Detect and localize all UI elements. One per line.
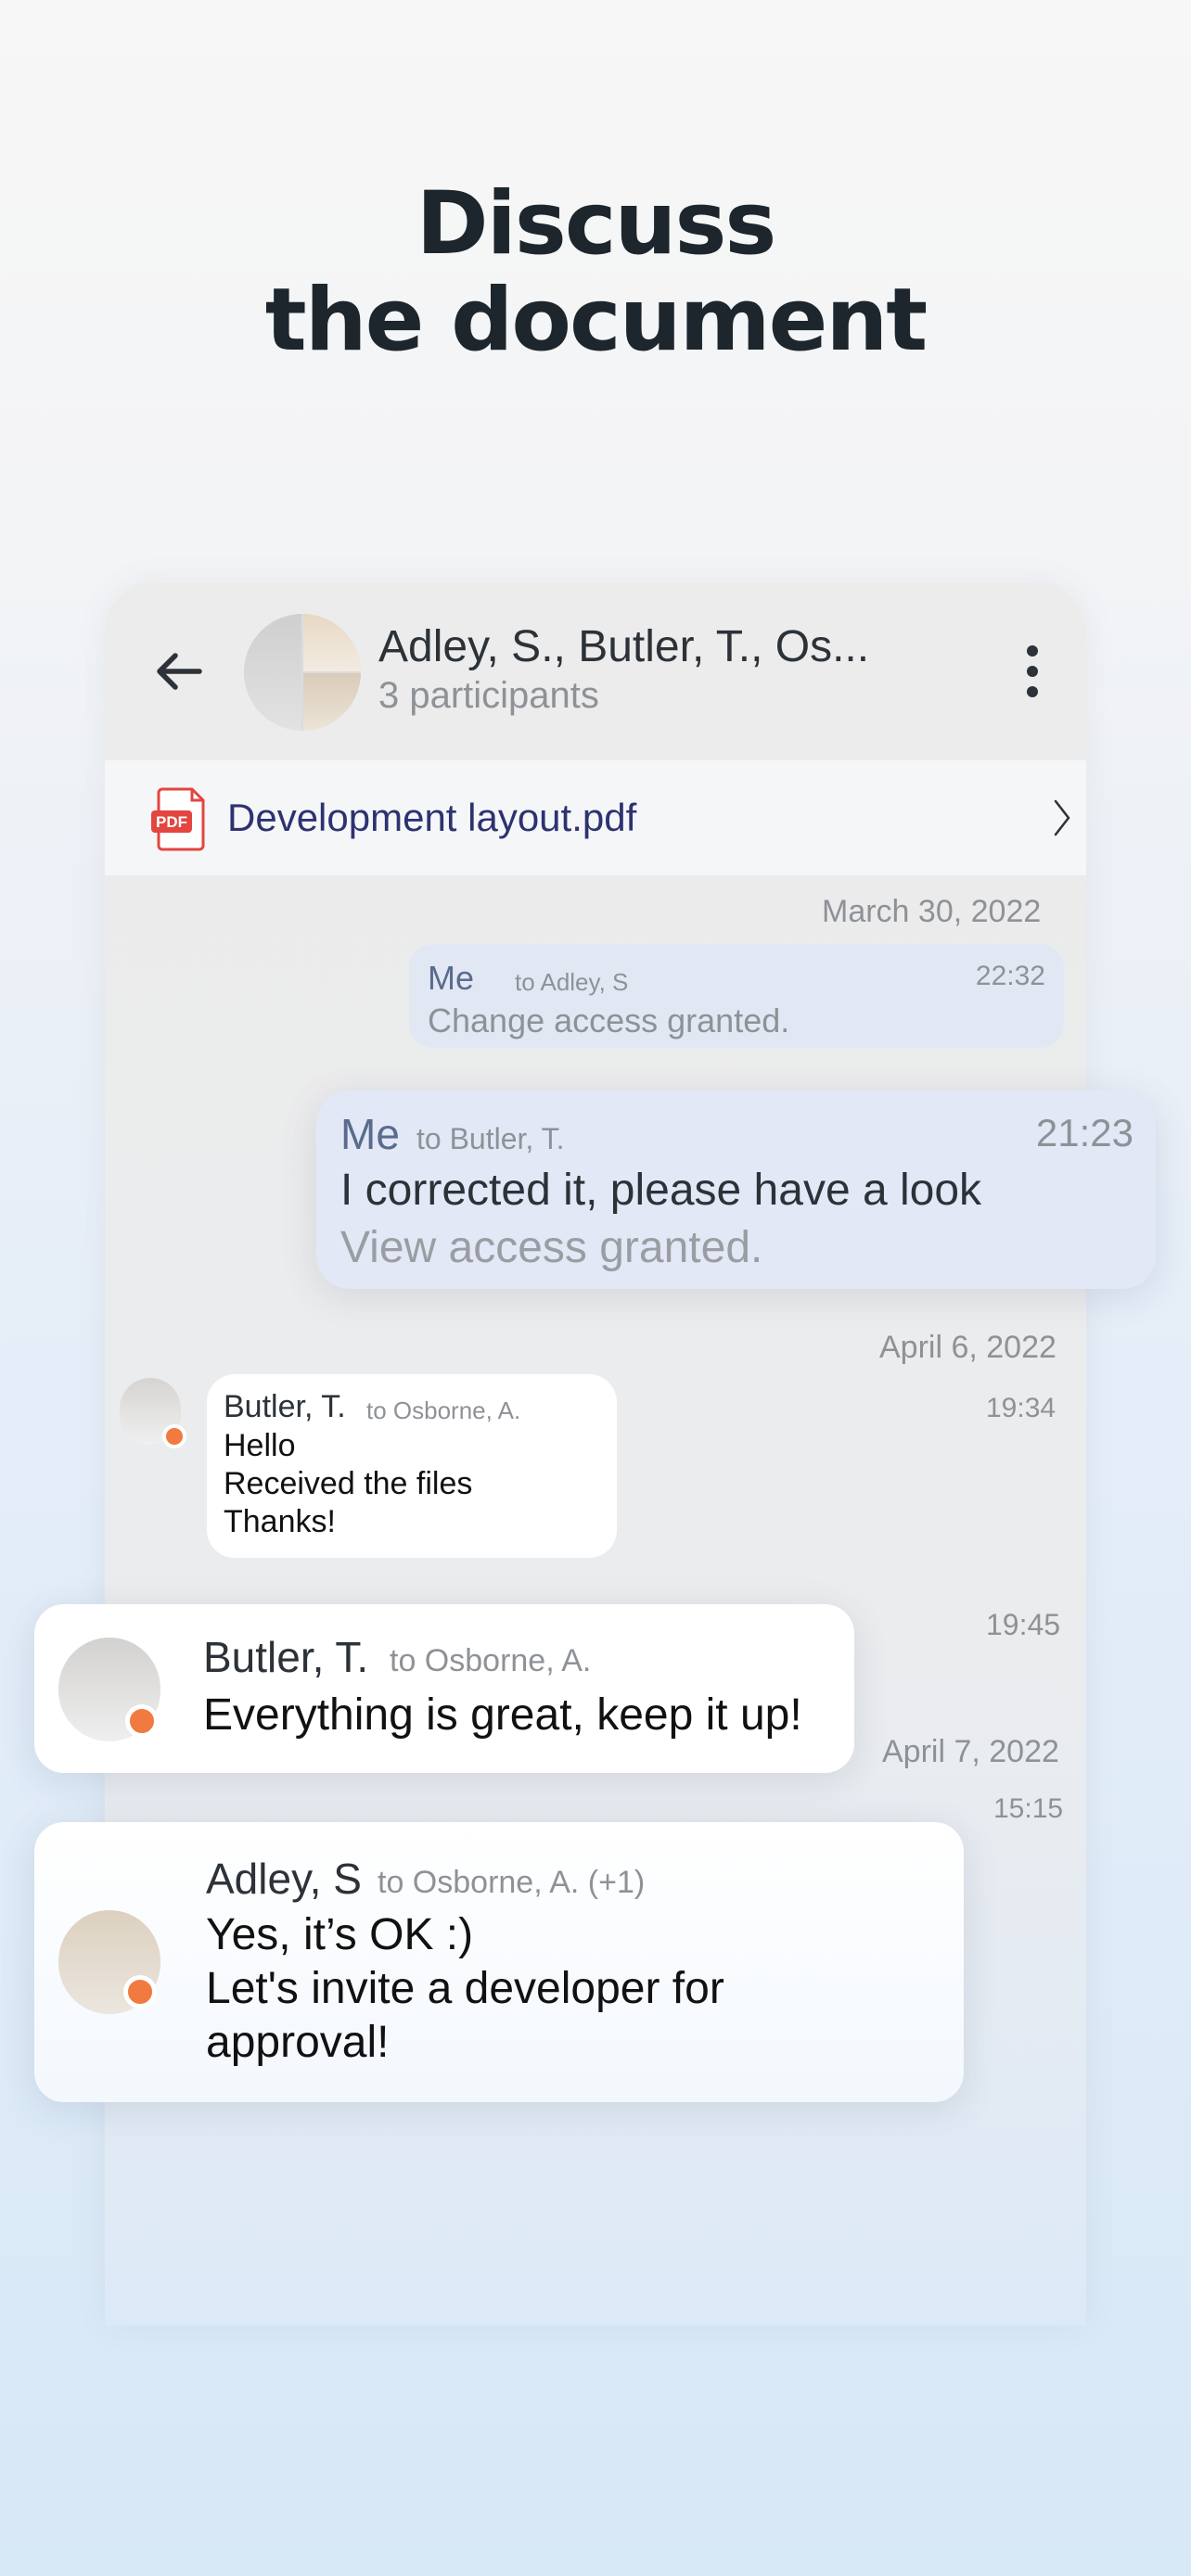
- message-line: Hello: [224, 1428, 296, 1463]
- message-bubble-me-highlighted[interactable]: Me to Butler, T. 21:23 I corrected it, p…: [316, 1090, 1156, 1289]
- chevron-right-icon[interactable]: [1051, 797, 1073, 838]
- date-separator: April 6, 2022: [879, 1330, 1057, 1365]
- message-card-adley[interactable]: Adley, S to Osborne, A. (+1) Yes, it’s O…: [34, 1822, 964, 2102]
- message-recipient: to Adley, S: [515, 968, 629, 996]
- group-avatar[interactable]: [244, 614, 361, 731]
- participants-count: 3 participants: [378, 675, 599, 716]
- message-time: 19:45: [986, 1608, 1061, 1641]
- message-time: 19:34: [986, 1393, 1057, 1423]
- message-sender: Adley, S: [206, 1855, 362, 1903]
- pdf-icon-label: PDF: [156, 813, 187, 831]
- chat-title[interactable]: Adley, S., Butler, T., Os...: [378, 621, 869, 672]
- headline: Discuss the document: [0, 176, 1191, 369]
- avatar-butler[interactable]: [120, 1378, 186, 1448]
- message-bubble-incoming[interactable]: Butler, T. to Osborne, A. Hello Received…: [207, 1374, 617, 1558]
- avatar-adley[interactable]: [58, 1910, 160, 2014]
- message-recipient: to Osborne, A.: [390, 1643, 592, 1678]
- message-line: Thanks!: [224, 1504, 336, 1539]
- message-line: Let's invite a developer for: [206, 1964, 724, 2013]
- message-sender: Me: [428, 959, 475, 997]
- message-time: 15:15: [993, 1793, 1064, 1824]
- message-time: 22:32: [975, 961, 1045, 991]
- online-status-dot: [162, 1424, 186, 1448]
- message-line: Yes, it’s OK :): [206, 1910, 474, 1959]
- message-card-butler[interactable]: Butler, T. to Osborne, A. Everything is …: [34, 1604, 854, 1773]
- message-line: Received the files: [224, 1466, 473, 1501]
- message-sender: Butler, T.: [203, 1633, 369, 1681]
- online-status-dot: [123, 1975, 157, 2009]
- headline-line-1: Discuss: [416, 173, 777, 274]
- message-recipient: to Butler, T.: [416, 1122, 565, 1155]
- message-text: Everything is great, keep it up!: [203, 1690, 802, 1740]
- online-status-dot: [125, 1704, 159, 1738]
- attached-document-bar[interactable]: PDF Development layout.pdf: [105, 760, 1086, 875]
- message-recipient: to Osborne, A.: [366, 1396, 521, 1424]
- message-text: Change access granted.: [428, 1001, 790, 1039]
- message-bubble-me[interactable]: Me to Adley, S 22:32 Change access grant…: [409, 944, 1064, 1048]
- message-sender: Me: [340, 1110, 400, 1158]
- back-arrow-icon[interactable]: [151, 644, 207, 699]
- pdf-file-icon: PDF: [151, 787, 205, 851]
- date-separator: March 30, 2022: [822, 894, 1042, 929]
- message-text: I corrected it, please have a look: [340, 1166, 982, 1215]
- avatar-butler[interactable]: [58, 1638, 160, 1741]
- message-time: 21:23: [1035, 1111, 1133, 1154]
- avatar-butler-part: [244, 614, 301, 731]
- message-sender: Butler, T.: [224, 1389, 346, 1424]
- headline-line-2: the document: [264, 270, 928, 371]
- document-name[interactable]: Development layout.pdf: [227, 796, 636, 840]
- avatar-osborne-part: [303, 673, 361, 731]
- date-separator: April 7, 2022: [882, 1734, 1059, 1769]
- message-status: View access granted.: [340, 1223, 763, 1272]
- message-recipient: to Osborne, A. (+1): [378, 1865, 646, 1900]
- message-line: approval!: [206, 2018, 390, 2067]
- avatar-adley-part: [303, 614, 361, 671]
- chat-header: Adley, S., Butler, T., Os... 3 participa…: [105, 582, 1086, 760]
- more-options-icon[interactable]: [1027, 645, 1040, 697]
